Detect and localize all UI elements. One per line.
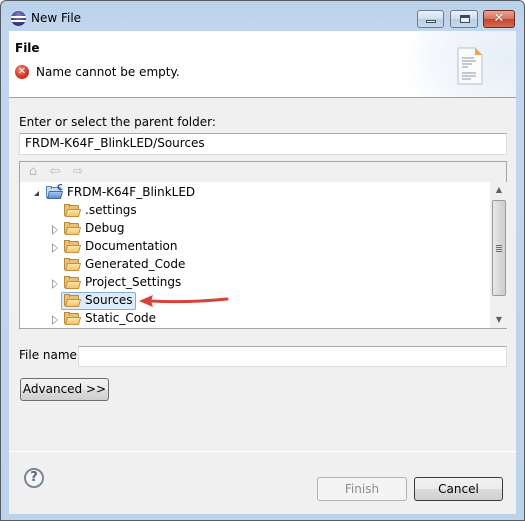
folder-icon xyxy=(64,294,82,307)
folder-tree-panel: ⌂ ⇦ ⇨ C FRDM-K64F_BlinkLED .settings Debug D… xyxy=(19,161,507,329)
file-name-input[interactable] xyxy=(78,346,507,367)
close-icon: ✕ xyxy=(493,11,505,26)
finish-button[interactable]: Finish xyxy=(317,477,407,501)
minimize-button[interactable] xyxy=(417,10,444,28)
help-icon[interactable]: ? xyxy=(24,468,44,488)
error-icon: ✕ xyxy=(15,65,29,79)
tree-item-label: Documentation xyxy=(85,239,178,253)
folder-icon xyxy=(64,240,82,253)
tree-item[interactable]: Project_Settings xyxy=(20,274,490,292)
footer-divider xyxy=(9,451,516,452)
cancel-button[interactable]: Cancel xyxy=(414,477,503,501)
error-message: Name cannot be empty. xyxy=(36,65,180,79)
folder-icon xyxy=(64,222,82,235)
tree-item-label: .settings xyxy=(85,203,137,217)
minimize-icon xyxy=(426,20,436,23)
maximize-button[interactable] xyxy=(450,10,478,28)
parent-folder-label: Enter or select the parent folder: xyxy=(19,115,216,129)
page-title: File xyxy=(15,41,40,55)
parent-folder-input[interactable]: FRDM-K64F_BlinkLED/Sources xyxy=(19,133,507,155)
tree-item-label: Project_Settings xyxy=(85,275,182,289)
tree-item-project[interactable]: C FRDM-K64F_BlinkLED xyxy=(20,183,490,202)
expanded-twisty-icon[interactable] xyxy=(34,191,39,196)
tree-item[interactable]: .settings xyxy=(20,202,490,220)
collapsed-twisty-icon[interactable] xyxy=(52,243,58,253)
folder-icon xyxy=(64,258,82,271)
window-title: New File xyxy=(31,11,82,25)
tree-item[interactable]: Documentation xyxy=(20,238,490,256)
collapsed-twisty-icon[interactable] xyxy=(52,315,58,325)
scroll-thumb[interactable] xyxy=(492,200,506,296)
project-folder-icon: C xyxy=(46,183,64,199)
tree-item[interactable]: Generated_Code xyxy=(20,256,490,274)
close-button[interactable]: ✕ xyxy=(483,10,515,28)
eclipse-icon xyxy=(11,11,26,26)
maximize-icon xyxy=(460,15,470,23)
title-bar[interactable]: New File ✕ xyxy=(1,1,524,31)
folder-icon xyxy=(64,276,82,289)
annotation-arrow-icon xyxy=(139,295,229,307)
new-file-icon xyxy=(457,47,483,85)
scroll-up-icon[interactable]: ▲ xyxy=(491,182,507,198)
home-icon[interactable]: ⌂ xyxy=(26,165,40,179)
folder-icon xyxy=(64,312,82,325)
tree-item[interactable]: Debug xyxy=(20,220,490,238)
grip-icon xyxy=(496,245,502,246)
wizard-banner: File ✕ Name cannot be empty. xyxy=(9,31,516,98)
collapsed-twisty-icon[interactable] xyxy=(52,279,58,289)
tree-item[interactable]: Static_Code xyxy=(20,310,490,328)
back-icon[interactable]: ⇦ xyxy=(48,165,62,179)
scroll-down-icon[interactable]: ▼ xyxy=(491,312,507,328)
tree-item[interactable]: Sources xyxy=(20,292,490,310)
tree-toolbar: ⌂ ⇦ ⇨ xyxy=(20,162,506,182)
tree-scrollbar[interactable]: ▲ ▼ xyxy=(491,182,507,328)
folder-icon xyxy=(64,204,82,217)
tree-item-label: Sources xyxy=(85,293,133,307)
tree-item-label: Static_Code xyxy=(85,311,157,325)
folder-tree[interactable]: C FRDM-K64F_BlinkLED .settings Debug Documen… xyxy=(20,182,490,328)
collapsed-twisty-icon[interactable] xyxy=(52,225,58,235)
file-name-label: File name: xyxy=(19,348,81,362)
tree-item-label: FRDM-K64F_BlinkLED xyxy=(67,185,196,199)
tree-item-label: Generated_Code xyxy=(85,257,186,271)
dialog-body: File ✕ Name cannot be empty. Enter or se… xyxy=(9,31,516,514)
new-file-dialog: New File ✕ File ✕ Name cannot be empty. … xyxy=(0,0,525,521)
advanced-button[interactable]: Advanced >> xyxy=(20,378,109,401)
forward-icon[interactable]: ⇨ xyxy=(71,165,85,179)
tree-item-label: Debug xyxy=(85,221,125,235)
